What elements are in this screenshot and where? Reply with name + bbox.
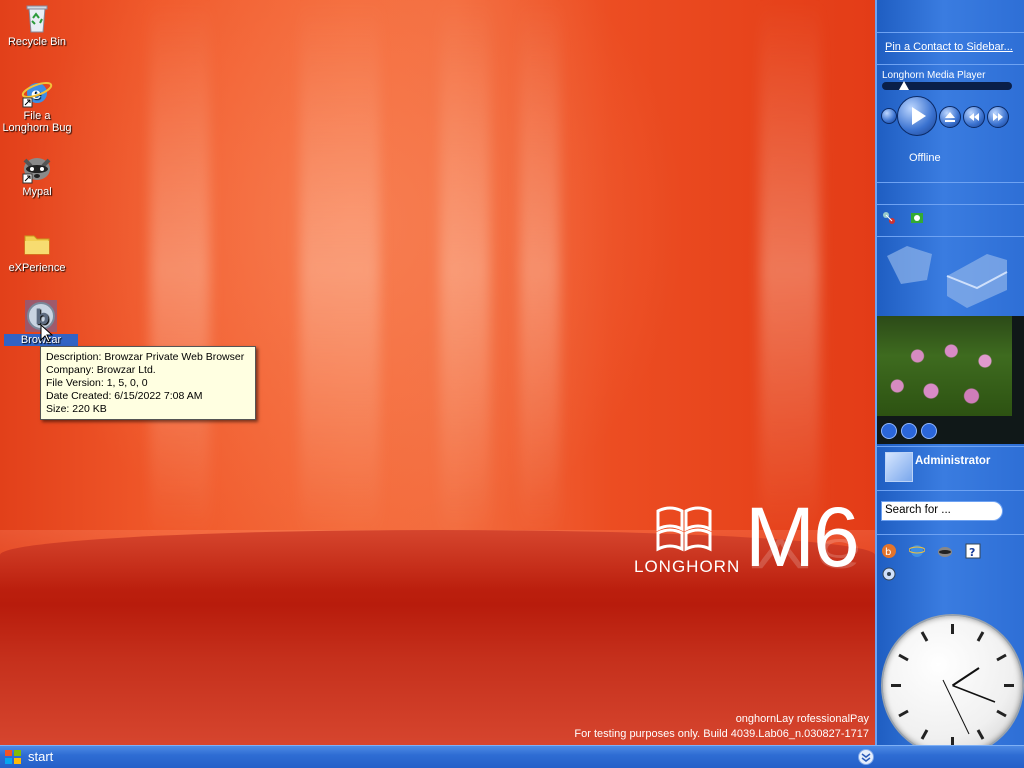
chevron-down-icon[interactable] (858, 749, 874, 765)
slideshow-next-button[interactable] (921, 423, 937, 439)
browzar-quicklaunch-icon[interactable]: b (881, 543, 897, 559)
desktop-icon-experience[interactable]: eXPerience (0, 228, 74, 274)
desktop-icon-label: File a Longhorn Bug (2, 110, 72, 134)
build-watermark-line1: onghornLay rofessionalPay (735, 713, 869, 725)
eject-button[interactable] (939, 106, 961, 128)
search-input[interactable]: Search for ... (881, 501, 1003, 521)
svg-text:?: ? (969, 546, 975, 559)
network-icon[interactable] (881, 210, 897, 226)
media-player-title: Longhorn Media Player (882, 70, 986, 81)
desktop-icon-mypal[interactable]: Mypal (0, 152, 74, 198)
volume-button[interactable] (881, 108, 897, 124)
desktop-icon-label: Recycle Bin (7, 36, 67, 48)
file-tooltip: Description: Browzar Private Web Browser… (40, 346, 256, 420)
desktop-icon-label: Mypal (22, 186, 52, 198)
build-watermark-line2: For testing purposes only. Build 4039.La… (574, 728, 869, 740)
next-button[interactable] (987, 106, 1009, 128)
start-button[interactable]: start (0, 746, 63, 768)
slideshow-tile (877, 316, 1024, 444)
raccoon-icon (21, 152, 53, 184)
folder-icon (21, 228, 53, 260)
settings-quicklaunch-icon[interactable] (881, 566, 897, 582)
media-seek-bar[interactable] (882, 81, 1012, 90)
tooltip-date: Date Created: 6/15/2022 7:08 AM (46, 390, 203, 402)
sidebar: Pin a Contact to Sidebar... Longhorn Med… (875, 0, 1024, 768)
seek-thumb[interactable] (899, 81, 909, 90)
slideshow-image (877, 316, 1012, 416)
build-watermark: onghornLay rofessionalPay For testing pu… (574, 712, 869, 742)
play-button[interactable] (897, 96, 937, 136)
desktop-icon-file-a-longhorn-bug[interactable]: e File a Longhorn Bug (0, 76, 74, 134)
desktop-icon-label: eXPerience (8, 262, 66, 274)
tooltip-company: Company: Browzar Ltd. (46, 364, 156, 376)
svg-text:b: b (885, 547, 891, 558)
desktop-icon-recycle-bin[interactable]: Recycle Bin (0, 2, 74, 48)
mypal-quicklaunch-icon[interactable] (937, 543, 953, 559)
windows-logo-icon (5, 750, 21, 764)
windows-flag-icon (656, 506, 712, 552)
previous-button[interactable] (963, 106, 985, 128)
pin-contact-link[interactable]: Pin a Contact to Sidebar... (885, 41, 1013, 53)
media-status: Offline (909, 152, 941, 164)
desktop: Recycle Bin e File a Longhorn Bug Mypal … (0, 0, 875, 745)
internet-explorer-icon: e (21, 76, 53, 108)
milestone-reflection: M6 (745, 530, 862, 578)
shapes-tile-graphic (887, 246, 1008, 308)
longhorn-wordmark: LONGHORN (634, 557, 741, 576)
taskbar: start (0, 745, 1024, 768)
tooltip-size: Size: 220 KB (46, 403, 107, 415)
slideshow-pause-button[interactable] (881, 423, 897, 439)
start-label: start (28, 749, 54, 764)
tooltip-description: Description: Browzar Private Web Browser (46, 351, 245, 363)
mouse-cursor-icon (40, 324, 54, 343)
user-tile[interactable]: Administrator (877, 446, 1024, 486)
recycle-bin-icon (21, 2, 53, 34)
slideshow-previous-button[interactable] (901, 423, 917, 439)
tooltip-version: File Version: 1, 5, 0, 0 (46, 377, 148, 389)
longhorn-logo: LONGHORN M6 M6 (630, 495, 875, 615)
avatar (885, 452, 913, 482)
media-icon[interactable] (909, 210, 925, 226)
help-quicklaunch-icon[interactable]: ? (965, 543, 981, 559)
analog-clock (881, 614, 1024, 757)
user-name: Administrator (915, 455, 991, 467)
internet-explorer-quicklaunch-icon[interactable] (909, 543, 925, 559)
